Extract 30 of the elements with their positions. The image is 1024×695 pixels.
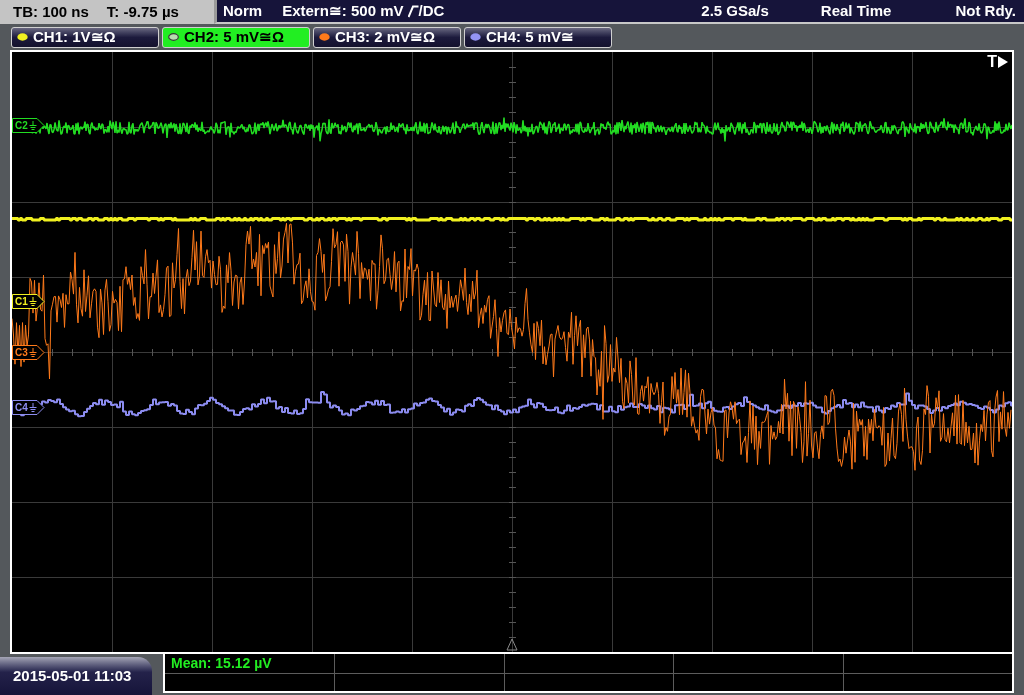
marker-label: C1 — [15, 296, 28, 307]
trigger-coupling-label: /DC — [418, 0, 445, 21]
ground-icon — [28, 121, 37, 130]
trigger-source-label: Extern≅: 500 mV — [282, 0, 404, 21]
rising-edge-icon — [407, 4, 419, 18]
right-triangle-icon — [998, 56, 1008, 68]
channel-marker[interactable]: C1 — [12, 294, 45, 309]
marker-label: C3 — [15, 347, 28, 358]
channel-tab[interactable]: CH3: 2 mV≅Ω — [313, 26, 461, 48]
channel-marker[interactable]: C4 — [12, 400, 45, 415]
channel-marker[interactable]: C3 — [12, 345, 45, 360]
status-label: Not Rdy. — [955, 0, 1016, 21]
ground-icon — [28, 403, 37, 412]
channel-tab[interactable]: CH2: 5 mV≅Ω — [162, 26, 310, 48]
ground-icon — [28, 348, 37, 357]
marker-label: C2 — [15, 120, 28, 131]
measurement-value: Mean: 15.12 µV — [170, 654, 273, 673]
trigger-mode-label: Norm — [223, 0, 263, 21]
acquisition-mode-label: Real Time — [820, 0, 892, 21]
ground-icon — [28, 297, 37, 306]
sample-rate-label: 2.5 GSa/s — [701, 0, 769, 21]
timebase-label: TB: 100 ns — [13, 1, 89, 22]
triangle-icon — [506, 638, 518, 651]
channel-marker[interactable]: C2 — [12, 118, 45, 133]
channel-tab[interactable]: CH4: 5 mV≅ — [464, 26, 612, 48]
marker-label: C4 — [15, 402, 28, 413]
trigger-marker-label: T — [987, 54, 997, 70]
trigger-time-label: T: -9.75 µs — [106, 1, 179, 22]
timestamp-label: 2015-05-01 11:03 — [0, 657, 152, 695]
channel-tab[interactable]: CH1: 1V≅Ω — [11, 26, 159, 48]
